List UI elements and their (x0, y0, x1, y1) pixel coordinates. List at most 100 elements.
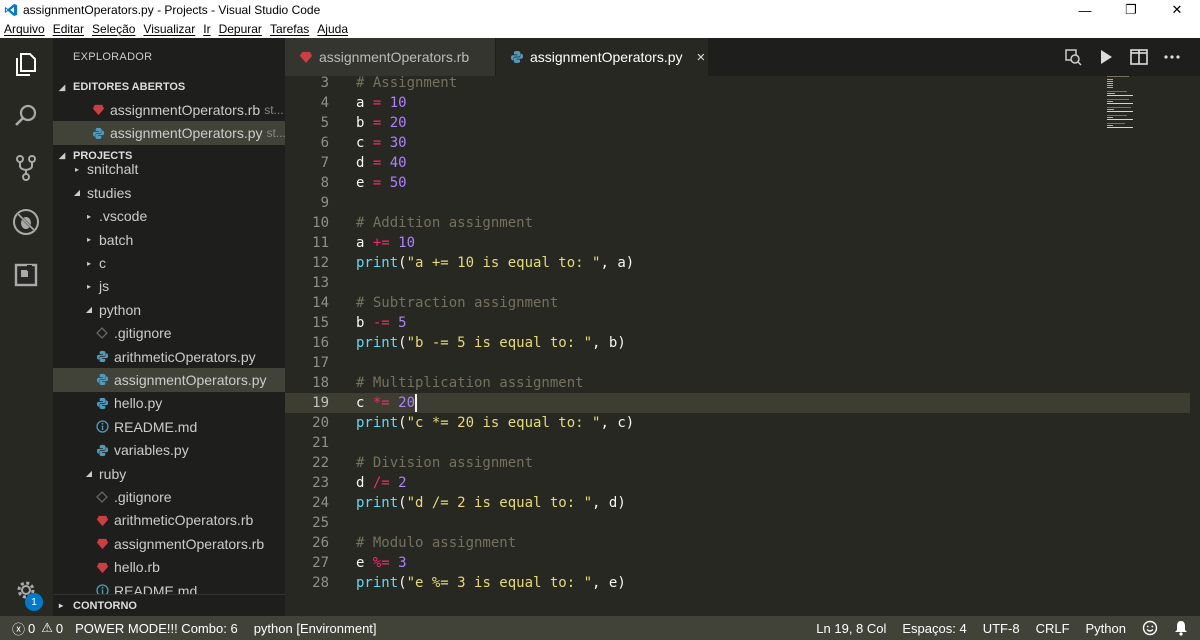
code-line[interactable]: 6 c = 30 (285, 133, 1200, 153)
code-line[interactable]: 17 (285, 353, 1200, 373)
code-text: d (356, 155, 373, 171)
code-line[interactable]: 23 d /= 2 (285, 473, 1200, 493)
code-line[interactable]: 8 e = 50 (285, 173, 1200, 193)
code-line[interactable]: 19 c *= 20 (285, 393, 1200, 413)
source-control-icon[interactable] (12, 154, 40, 182)
notifications-bell-icon[interactable] (1174, 620, 1188, 636)
code-line[interactable]: 13 (285, 273, 1200, 293)
debug-icon[interactable] (12, 208, 40, 236)
explorer-icon[interactable] (12, 50, 40, 78)
code-line[interactable]: 9 (285, 193, 1200, 213)
cursor-position[interactable]: Ln 19, 8 Col (816, 621, 886, 636)
code-line[interactable]: 5 b = 20 (285, 113, 1200, 133)
file-item[interactable]: assignmentOperators.rb (53, 532, 285, 555)
code-line[interactable]: 4 a = 10 (285, 93, 1200, 113)
minimize-button[interactable]: — (1062, 0, 1108, 20)
code-line[interactable]: 25 (285, 513, 1200, 533)
folder-item[interactable]: ◢ python (53, 298, 285, 321)
open-editors-header[interactable]: ◢ EDITORES ABERTOS (53, 76, 285, 98)
file-item[interactable]: README.md (53, 415, 285, 438)
menu-arquivo[interactable]: Arquivo (4, 22, 45, 36)
end-of-line[interactable]: CRLF (1036, 621, 1070, 636)
split-editor-icon[interactable] (1122, 38, 1155, 76)
open-editors-list: assignmentOperators.rb st... assignmentOpe… (53, 98, 285, 145)
more-actions-icon[interactable] (1155, 38, 1188, 76)
code-text: e (356, 175, 373, 191)
code-line[interactable]: 26 # Modulo assignment (285, 533, 1200, 553)
line-number: 16 (312, 335, 329, 351)
close-window-button[interactable]: ✕ (1154, 0, 1200, 20)
file-item[interactable]: variables.py (53, 438, 285, 461)
close-tab-icon[interactable]: × (697, 49, 706, 66)
extensions-icon[interactable] (12, 261, 40, 289)
code-text: d (356, 475, 373, 491)
text-cursor (415, 394, 418, 412)
folder-item[interactable]: ▸ js (53, 275, 285, 298)
line-number: 11 (312, 235, 329, 251)
code-line[interactable]: 10 # Addition assignment (285, 213, 1200, 233)
folder-item[interactable]: ▸ snitchalt (53, 158, 285, 181)
code-line[interactable]: 7 d = 40 (285, 153, 1200, 173)
encoding[interactable]: UTF-8 (983, 621, 1020, 636)
folder-item[interactable]: ▸ .vscode (53, 205, 285, 228)
open-editor-item[interactable]: assignmentOperators.rb st... (53, 98, 285, 121)
code-line[interactable]: 22 # Division assignment (285, 453, 1200, 473)
error-icon: ⓧ (12, 621, 26, 637)
file-item[interactable]: assignmentOperators.py (53, 368, 285, 392)
tab-assignment-operators-py[interactable]: assignmentOperators.py × (496, 38, 708, 76)
code-editor[interactable]: 3 # Assignment 4 a = 10 5 b = 20 6 c = 30 7 d = 4… (285, 73, 1200, 616)
code-content: # Subtraction assignment (356, 293, 558, 313)
minimap[interactable] (1105, 76, 1190, 136)
file-item[interactable]: hello.py (53, 392, 285, 415)
code-string: "b -= 5 is equal to: " (406, 335, 593, 351)
language-mode[interactable]: Python (1086, 621, 1126, 636)
code-line[interactable]: 15 b -= 5 (285, 313, 1200, 333)
code-line[interactable]: 24 print("d /= 2 is equal to: ", d) (285, 493, 1200, 513)
code-line[interactable]: 21 (285, 433, 1200, 453)
indentation[interactable]: Espaços: 4 (902, 621, 966, 636)
search-icon[interactable] (12, 102, 40, 130)
file-item[interactable]: .gitignore (53, 485, 285, 508)
code-line[interactable]: 3 # Assignment (285, 73, 1200, 93)
line-number: 3 (320, 75, 329, 91)
code-line[interactable]: 20 print("c *= 20 is equal to: ", c) (285, 413, 1200, 433)
code-number: 10 (398, 235, 416, 251)
code-function: print (356, 495, 399, 511)
menu-tarefas[interactable]: Tarefas (270, 22, 309, 36)
sidebar-title: EXPLORADOR (73, 51, 153, 63)
problems-indicator[interactable]: ⓧ 0 ⚠ 0 (12, 619, 63, 638)
open-editor-label: assignmentOperators.rb (110, 101, 261, 118)
editor-scrollbar[interactable] (1190, 76, 1200, 616)
file-item[interactable]: arithmeticOperators.rb (53, 509, 285, 532)
folder-item[interactable]: ▸ batch (53, 228, 285, 251)
open-editor-item[interactable]: assignmentOperators.py st... (53, 121, 285, 145)
code-line[interactable]: 27 e %= 3 (285, 553, 1200, 573)
feedback-smiley-icon[interactable] (1142, 620, 1158, 636)
code-line[interactable]: 14 # Subtraction assignment (285, 293, 1200, 313)
code-line[interactable]: 11 a += 10 (285, 233, 1200, 253)
code-line[interactable]: 18 # Multiplication assignment (285, 373, 1200, 393)
menu-depurar[interactable]: Depurar (219, 22, 262, 36)
code-line[interactable]: 28 print("e %= 3 is equal to: ", e) (285, 573, 1200, 593)
folder-item[interactable]: ◢ studies (53, 181, 285, 204)
menu-editar[interactable]: Editar (53, 22, 84, 36)
open-changes-icon[interactable] (1056, 38, 1089, 76)
tab-assignment-operators-rb[interactable]: assignmentOperators.rb (285, 38, 495, 76)
menu-ajuda[interactable]: Ajuda (317, 22, 348, 36)
restore-button[interactable]: ❐ (1108, 0, 1154, 20)
menu-selecao[interactable]: Seleção (92, 22, 135, 36)
menu-ir[interactable]: Ir (203, 22, 210, 36)
code-line[interactable]: 16 print("b -= 5 is equal to: ", b) (285, 333, 1200, 353)
outline-header[interactable]: ▸ CONTORNO (53, 594, 285, 616)
run-icon[interactable] (1089, 38, 1122, 76)
file-item[interactable]: hello.rb (53, 555, 285, 578)
chevron-right-icon: ▸ (59, 601, 64, 610)
menu-visualizar[interactable]: Visualizar (143, 22, 195, 36)
folder-item[interactable]: ◢ ruby (53, 462, 285, 485)
tab-label: assignmentOperators.rb (319, 49, 470, 65)
code-line[interactable]: 12 print("a += 10 is equal to: ", a) (285, 253, 1200, 273)
folder-item[interactable]: ▸ c (53, 251, 285, 274)
python-interpreter[interactable]: python [Environment] (254, 621, 377, 636)
file-item[interactable]: .gitignore (53, 322, 285, 345)
file-item[interactable]: arithmeticOperators.py (53, 345, 285, 368)
